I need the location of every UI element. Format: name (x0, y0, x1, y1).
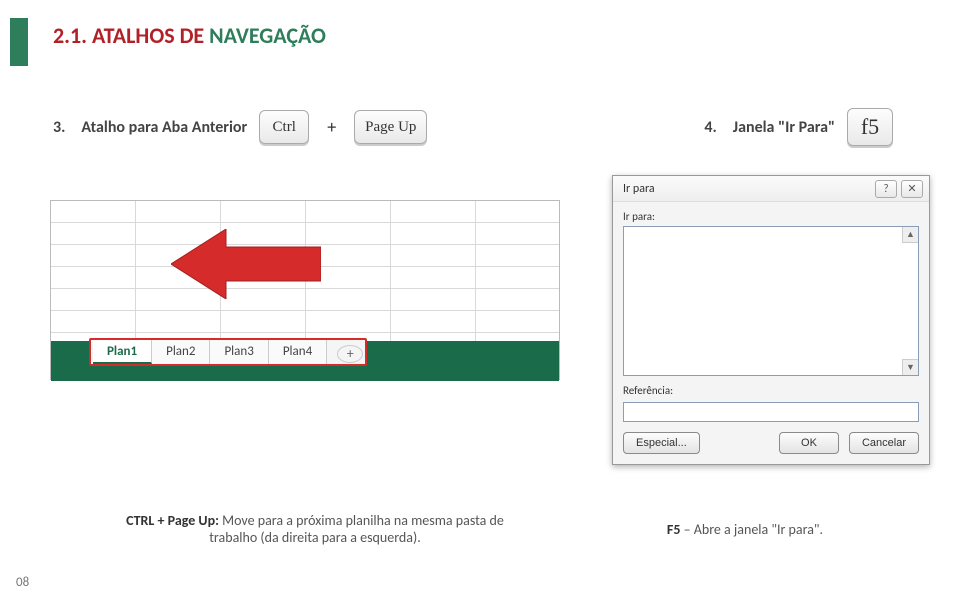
spreadsheet-figure: Plan1 Plan2 Plan3 Plan4 + (50, 200, 560, 380)
key-f5: f5 (847, 108, 893, 146)
key-pageup: Page Up (354, 110, 427, 144)
key-ctrl: Ctrl (259, 110, 309, 144)
desc-left-rest: Move para a próxima planilha na mesma pa… (209, 512, 504, 546)
dialog-button-row: Especial... OK Cancelar (623, 432, 919, 454)
description-right: F5 – Abre a janela "Ir para". (630, 521, 860, 538)
shortcut-4-label: Janela "Ir Para" (733, 118, 835, 137)
sheet-tab[interactable]: Plan2 (152, 340, 210, 364)
help-icon[interactable]: ? (875, 180, 897, 198)
sheet-tab-area: Plan1 Plan2 Plan3 Plan4 + (51, 341, 559, 381)
description-left: CTRL + Page Up: Move para a próxima plan… (115, 512, 515, 546)
shortcut-3-label: Atalho para Aba Anterior (81, 118, 247, 137)
shortcut-prev-tab: 3. Atalho para Aba Anterior Ctrl + Page … (53, 110, 427, 144)
shortcut-4-number: 4. (704, 118, 716, 137)
scroll-up-icon[interactable]: ▲ (902, 227, 918, 243)
dialog-title: Ir para (623, 182, 871, 196)
goto-dialog: Ir para ? ✕ Ir para: ▲ ▼ Referência: Esp… (612, 175, 930, 465)
page-number: 08 (16, 575, 29, 590)
section-heading: 2.1. ATALHOS DE NAVEGAÇÃO (53, 22, 326, 49)
sheet-tab[interactable]: Plan1 (93, 340, 152, 364)
section-accent-bar (10, 18, 28, 66)
heading-prefix: 2.1. ATALHOS DE (53, 22, 209, 49)
scroll-down-icon[interactable]: ▼ (902, 359, 918, 375)
desc-left-bold: CTRL + Page Up: (126, 512, 219, 529)
left-arrow-icon (171, 229, 321, 299)
add-sheet-button[interactable]: + (337, 345, 363, 363)
special-button[interactable]: Especial... (623, 432, 700, 454)
sheet-tab[interactable]: Plan3 (210, 340, 268, 364)
heading-highlight: NAVEGAÇÃO (209, 22, 326, 49)
sheet-tab[interactable]: Plan4 (269, 340, 327, 364)
sheet-tab-strip: Plan1 Plan2 Plan3 Plan4 + (89, 338, 367, 366)
dialog-titlebar: Ir para ? ✕ (613, 176, 929, 202)
desc-right-bold: F5 (667, 521, 681, 538)
reference-input[interactable] (623, 402, 919, 422)
shortcut-3-number: 3. (53, 118, 65, 137)
goto-list-label: Ir para: (623, 210, 919, 223)
spreadsheet-grid (51, 201, 559, 341)
ok-button[interactable]: OK (779, 432, 839, 454)
reference-label: Referência: (623, 384, 919, 397)
desc-right-rest: – Abre a janela "Ir para". (680, 521, 823, 538)
shortcut-row: 3. Atalho para Aba Anterior Ctrl + Page … (53, 108, 933, 146)
dialog-body: Ir para: ▲ ▼ Referência: Especial... OK … (613, 202, 929, 464)
close-icon[interactable]: ✕ (901, 180, 923, 198)
shortcut-goto: 4. Janela "Ir Para" f5 (704, 108, 893, 146)
cancel-button[interactable]: Cancelar (849, 432, 919, 454)
plus-sign: + (327, 116, 336, 138)
goto-listbox[interactable]: ▲ ▼ (623, 226, 919, 376)
